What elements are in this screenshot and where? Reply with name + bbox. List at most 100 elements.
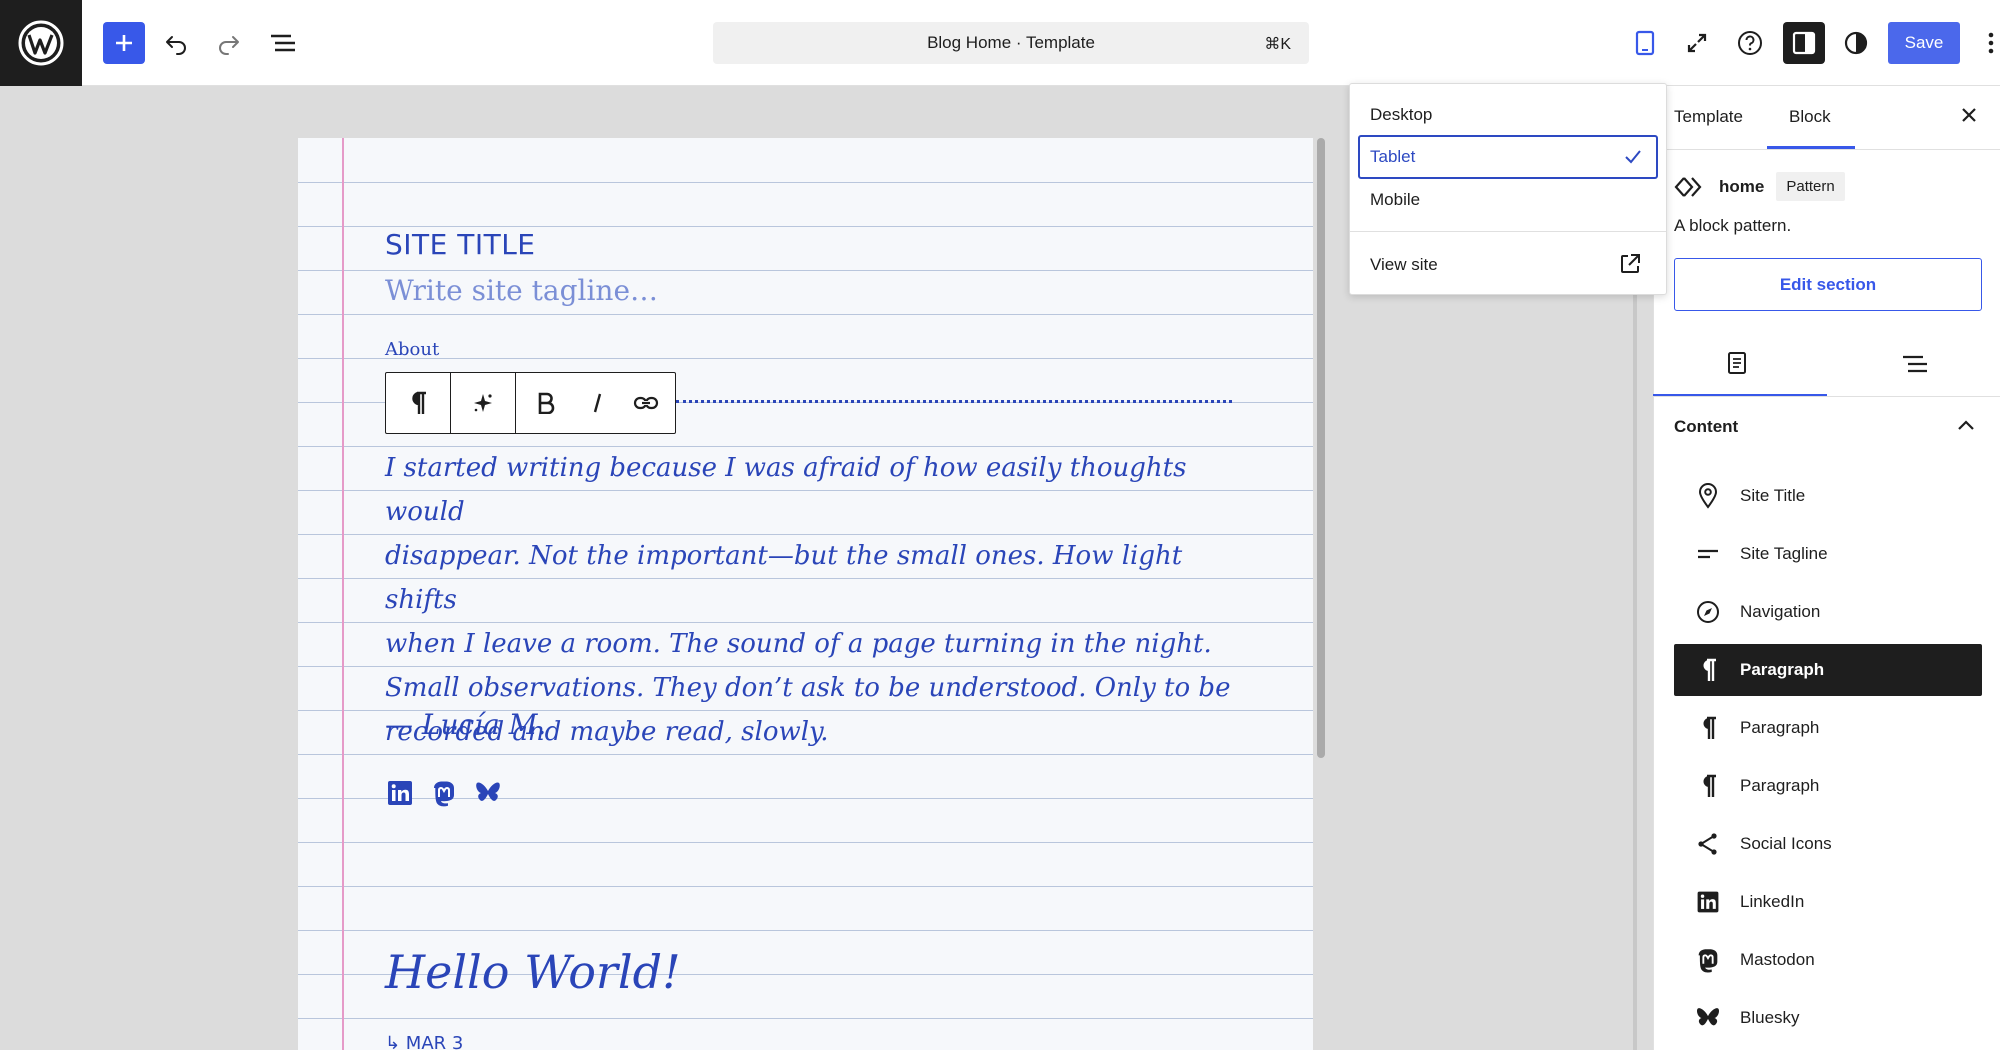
help-icon xyxy=(1738,31,1762,55)
list-item-bluesky[interactable]: Bluesky xyxy=(1674,992,1982,1044)
site-editor: Blog Home · Template ⌘K Save SITE TITLE … xyxy=(0,0,2000,1050)
collapse-panel-button[interactable] xyxy=(1956,418,1976,437)
list-item-label: Navigation xyxy=(1740,602,1821,621)
content-panel-heading[interactable]: Content xyxy=(1674,417,1738,437)
undo-button[interactable] xyxy=(155,22,197,64)
list-item-site-title[interactable]: Site Title xyxy=(1674,470,1982,522)
list-item-navigation[interactable]: Navigation xyxy=(1674,586,1982,638)
edit-section-button[interactable]: Edit section xyxy=(1674,258,1982,311)
mastodon-icon xyxy=(1698,949,1718,973)
help-button[interactable] xyxy=(1729,22,1771,64)
subtab-divider xyxy=(1653,396,2000,397)
paragraph-icon xyxy=(1703,658,1716,681)
block-inserter-button[interactable] xyxy=(103,22,145,64)
document-title-bar[interactable]: Blog Home · Template ⌘K xyxy=(713,22,1309,64)
menu-item-tablet-selected[interactable]: Tablet xyxy=(1358,135,1658,179)
share-icon xyxy=(1698,833,1717,855)
paragraph-line: disappear. Not the important—but the sma… xyxy=(385,541,1183,615)
device-preview-button[interactable] xyxy=(1624,22,1666,64)
about-heading[interactable]: About xyxy=(385,339,439,360)
mastodon-icon[interactable] xyxy=(429,778,459,808)
list-item-label: Bluesky xyxy=(1740,1008,1800,1027)
list-item-paragraph[interactable]: Paragraph xyxy=(1674,760,1982,812)
view-site-link[interactable]: View site xyxy=(1370,255,1438,275)
menu-item-desktop[interactable]: Desktop xyxy=(1370,105,1432,125)
save-button[interactable]: Save xyxy=(1888,22,1960,64)
signature-paragraph[interactable]: — Lucía M. xyxy=(385,708,546,741)
settings-sidebar-toggle[interactable] xyxy=(1783,22,1825,64)
list-item-label: Paragraph xyxy=(1740,660,1825,679)
tagline-icon xyxy=(1698,549,1718,559)
block-toolbar xyxy=(385,372,676,434)
editor-header: Blog Home · Template ⌘K Save xyxy=(0,0,2000,86)
menu-divider xyxy=(1350,231,1666,232)
content-subtab[interactable] xyxy=(1725,350,1749,381)
tab-block[interactable]: Block xyxy=(1789,107,1831,127)
list-item-linkedin[interactable]: LinkedIn xyxy=(1674,876,1982,928)
site-tagline-block[interactable]: Write site tagline… xyxy=(385,274,658,307)
list-item-label: Site Tagline xyxy=(1740,544,1828,563)
canvas-scrollbar[interactable] xyxy=(1317,138,1325,758)
styles-button[interactable] xyxy=(1835,22,1877,64)
bold-button[interactable] xyxy=(516,373,576,433)
list-item-mastodon[interactable]: Mastodon xyxy=(1674,934,1982,986)
expand-icon xyxy=(1687,33,1707,53)
document-icon xyxy=(1728,352,1746,374)
options-menu-button[interactable] xyxy=(1973,22,2000,64)
paragraph-icon xyxy=(1703,716,1716,739)
paragraph-icon xyxy=(412,391,426,414)
close-sidebar-button[interactable] xyxy=(1958,104,1980,131)
contrast-icon xyxy=(1844,31,1868,55)
location-pin-icon xyxy=(1698,483,1718,509)
list-item-label: Paragraph xyxy=(1740,718,1820,737)
block-card: home Pattern xyxy=(1673,172,1845,201)
sparkle-icon xyxy=(474,394,492,412)
fullscreen-button[interactable] xyxy=(1676,22,1718,64)
redo-icon xyxy=(219,36,239,55)
menu-item-mobile[interactable]: Mobile xyxy=(1370,190,1420,210)
more-vertical-icon xyxy=(1988,32,1994,54)
list-item-label: Site Title xyxy=(1740,486,1806,505)
paragraph-line: Small observations. They don’t ask to be… xyxy=(385,673,1231,703)
close-icon xyxy=(1962,108,1976,122)
list-item-label: LinkedIn xyxy=(1740,892,1805,911)
link-button[interactable] xyxy=(618,373,674,433)
list-item-site-tagline[interactable]: Site Tagline xyxy=(1674,528,1982,580)
ai-assist-button[interactable] xyxy=(451,373,515,433)
device-preview-menu: Desktop Tablet Mobile View site xyxy=(1349,83,1667,295)
social-icons-block xyxy=(385,778,503,808)
italic-icon xyxy=(593,393,602,413)
wordpress-logo-button[interactable] xyxy=(0,0,82,86)
site-title-block[interactable]: SITE TITLE xyxy=(385,228,535,261)
command-shortcut: ⌘K xyxy=(1264,36,1291,53)
sidebar-icon xyxy=(1792,31,1816,55)
list-view-subtab[interactable] xyxy=(1901,352,1929,381)
list-item-label: Social Icons xyxy=(1740,834,1832,853)
redo-button[interactable] xyxy=(208,22,250,64)
plus-icon xyxy=(116,35,132,51)
pattern-name: home xyxy=(1719,176,1765,196)
pattern-icon xyxy=(1674,176,1702,197)
chevron-up-icon xyxy=(1958,420,1974,430)
pattern-badge: Pattern xyxy=(1776,172,1845,201)
italic-button[interactable] xyxy=(576,373,618,433)
list-item-label: Paragraph xyxy=(1740,776,1820,795)
list-view-icon xyxy=(271,34,295,52)
tab-template[interactable]: Template xyxy=(1674,107,1743,127)
compass-icon xyxy=(1697,601,1719,623)
list-item-paragraph[interactable]: Paragraph xyxy=(1674,702,1982,754)
bold-icon xyxy=(538,392,555,414)
list-item-label: Mastodon xyxy=(1740,950,1815,969)
linkedin-icon[interactable] xyxy=(385,778,415,808)
list-item-paragraph-selected[interactable]: Paragraph xyxy=(1674,644,1982,696)
document-overview-button[interactable] xyxy=(262,22,304,64)
undo-icon xyxy=(166,36,186,55)
block-type-button[interactable] xyxy=(386,373,450,433)
linkedin-icon xyxy=(1697,891,1719,913)
bluesky-icon[interactable] xyxy=(473,778,503,808)
list-item-social-icons[interactable]: Social Icons xyxy=(1674,818,1982,870)
content-block-list: Site Title Site Tagline Navigation Parag… xyxy=(1674,470,1982,1050)
paragraph-line: I started writing because I was afraid o… xyxy=(385,453,1187,527)
dotted-separator xyxy=(676,400,1232,403)
post-title[interactable]: Hello World! xyxy=(385,945,681,999)
